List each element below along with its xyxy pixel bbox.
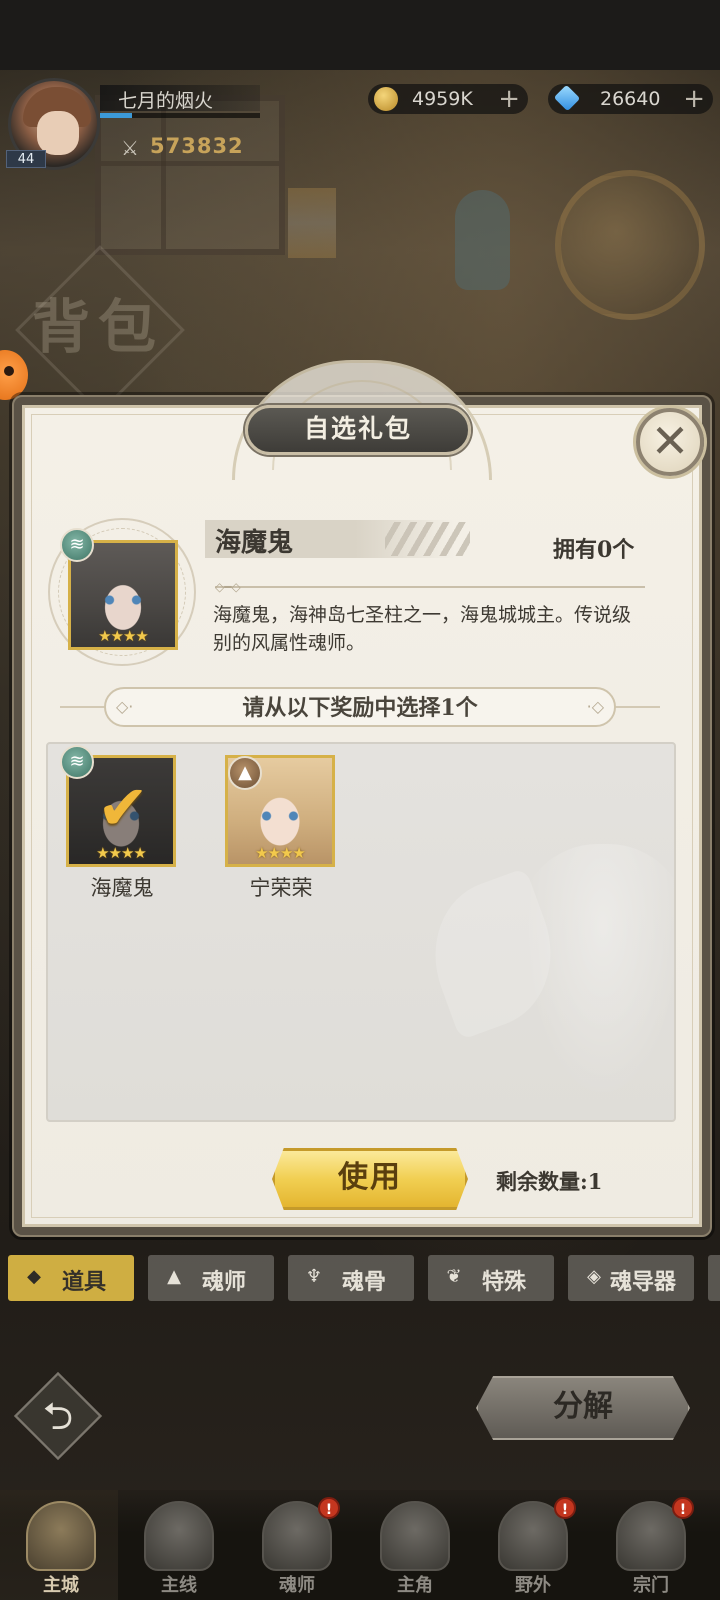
gold-currency: 4959K + (368, 84, 528, 114)
item-name: 海魔鬼 (215, 528, 294, 558)
player-exp-bar (100, 113, 260, 118)
star-rating: ★★★★ (98, 627, 149, 645)
tab-more[interactable] (708, 1255, 720, 1301)
globe-decoration (555, 170, 705, 320)
portrait-eyes (259, 811, 301, 821)
diamond-icon (553, 84, 581, 112)
combat-power-value: 573832 (150, 134, 244, 158)
item-name-stripes (385, 522, 470, 556)
nav-main-city[interactable]: 主城 (6, 1497, 116, 1600)
nav-protagonist[interactable]: 主角 (360, 1497, 470, 1600)
nav-label: 主城 (43, 1575, 79, 1596)
gem-currency: 26640 + (548, 84, 713, 114)
hooded-figure-icon (380, 1501, 450, 1571)
alert-badge: ! (318, 1497, 340, 1519)
nav-label: 主线 (161, 1575, 197, 1596)
tab-items[interactable]: ◆ 道具 (8, 1255, 134, 1301)
tab-label: 道具 (62, 1269, 107, 1295)
panel-watermark-figure (518, 844, 674, 1114)
add-gems-button[interactable]: + (683, 84, 705, 114)
exp-bar-fill (100, 113, 132, 118)
tab-label: 魂骨 (342, 1269, 387, 1295)
tab-label: 魂导器 (610, 1269, 677, 1295)
tab-label: 特殊 (482, 1269, 527, 1295)
add-gold-button[interactable]: + (498, 84, 520, 114)
window-decoration (95, 95, 285, 255)
tab-label: 魂师 (202, 1269, 247, 1295)
checkmark-icon: ✔ (97, 771, 149, 844)
decompose-button-label[interactable]: 分解 (476, 1376, 690, 1440)
avatar-face (37, 111, 79, 155)
player-level-badge: 44 (6, 150, 46, 168)
hourglass-decoration (288, 188, 336, 258)
shield-icon (144, 1501, 214, 1571)
nav-main-quest[interactable]: 主线 (124, 1497, 234, 1600)
tab-special[interactable]: ❦ 特殊 (428, 1255, 554, 1301)
gem-amount: 26640 (600, 88, 661, 110)
alert-badge: ! (554, 1497, 576, 1519)
nav-label: 野外 (515, 1575, 551, 1596)
bag-icon: ◆ (27, 1266, 41, 1287)
reward-name: 宁荣荣 (249, 876, 313, 900)
dialog-title: 自选礼包 (303, 414, 412, 443)
star-rating: ★★★★ (255, 844, 306, 862)
swords-icon: ⚔ (121, 136, 139, 160)
gem-icon: ◈ (587, 1266, 601, 1287)
use-button-label[interactable]: 使用 (272, 1148, 468, 1210)
player-name: 七月的烟火 (118, 90, 214, 112)
nav-sect[interactable]: ! 宗门 (596, 1497, 706, 1600)
tab-soul-bones[interactable]: ♆ 魂骨 (288, 1255, 414, 1301)
wind-element-icon: ≋ (60, 528, 94, 562)
tab-soul-devices[interactable]: ◈ 魂导器 (568, 1255, 694, 1301)
back-arrow-icon[interactable]: ⮌ (18, 1376, 98, 1456)
status-bar-area (0, 0, 720, 70)
tab-soul-masters[interactable]: ▲ 魂师 (148, 1255, 274, 1301)
close-button[interactable]: ✕ (636, 408, 704, 476)
wind-element-icon: ≋ (60, 745, 94, 779)
earth-element-icon: ▲ (228, 756, 262, 790)
hood-icon: ▲ (167, 1266, 181, 1287)
divider (215, 586, 645, 588)
alert-badge: ! (672, 1497, 694, 1519)
page-title: 背包 (32, 293, 165, 361)
reward-name: 海魔鬼 (90, 876, 154, 900)
choose-prompt: 请从以下奖励中选择1个 (242, 695, 478, 721)
owned-count: 拥有0个 (553, 537, 635, 563)
nav-wilderness[interactable]: ! 野外 (478, 1497, 588, 1600)
vase-decoration (455, 190, 510, 290)
remaining-count: 剩余数量:1 (496, 1169, 603, 1194)
castle-icon (26, 1501, 96, 1571)
portrait-eyes (102, 595, 144, 605)
bone-icon: ♆ (305, 1266, 323, 1287)
nav-label: 宗门 (633, 1575, 669, 1596)
nav-label: 魂师 (279, 1575, 315, 1596)
divider-ornament-icon: ◇━◇ (215, 580, 241, 594)
gold-coin-icon (374, 87, 398, 111)
close-icon: ✕ (650, 414, 690, 468)
nav-soul-master[interactable]: ! 魂师 (242, 1497, 352, 1600)
wing-icon: ❦ (446, 1266, 462, 1287)
star-rating: ★★★★ (96, 844, 147, 862)
nav-label: 主角 (397, 1575, 433, 1596)
item-description: 海魔鬼，海神岛七圣柱之一，海鬼城城主。传说级别的风属性魂师。 (213, 604, 632, 654)
gold-amount: 4959K (412, 88, 473, 110)
